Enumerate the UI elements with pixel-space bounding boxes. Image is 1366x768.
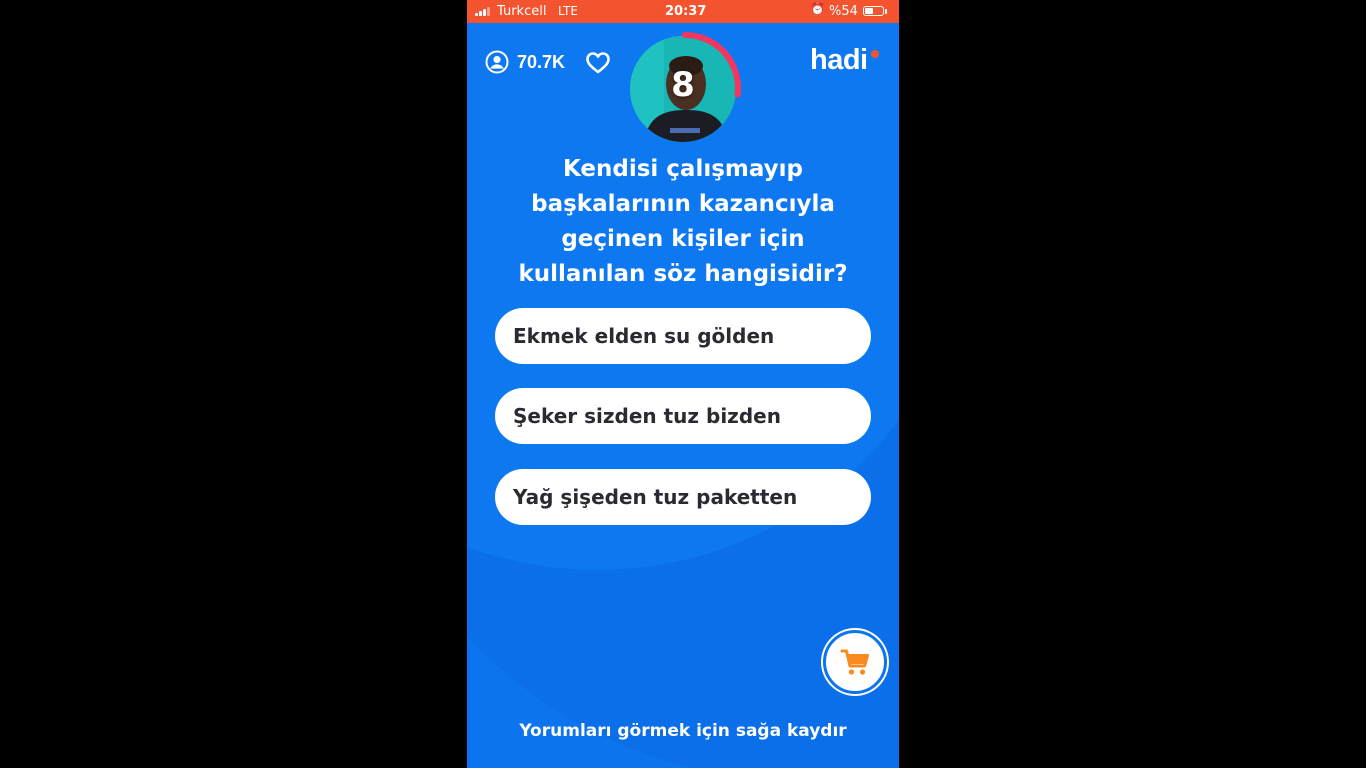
battery-tip	[885, 9, 887, 14]
status-time: 20:37	[665, 4, 707, 19]
battery-icon	[863, 6, 884, 16]
question-text: Kendisi çalışmayıp başkalarının kazancıy…	[518, 156, 848, 287]
shop-button[interactable]	[823, 630, 887, 694]
user-icon	[485, 50, 509, 74]
viewer-count: 70.7K	[517, 51, 566, 72]
logo-dot	[871, 50, 879, 58]
shopping-cart-icon	[840, 649, 869, 675]
alarm-clock-icon: ⏰	[810, 2, 825, 16]
countdown-number: 8	[671, 65, 695, 105]
carrier-name: Turkcell	[497, 4, 547, 19]
signal-strength-icon	[475, 7, 490, 16]
answer-option-2[interactable]: Şeker sizden tuz bizden	[495, 388, 871, 444]
battery-level-fill	[865, 8, 874, 14]
answer-option-1[interactable]: Ekmek elden su gölden	[495, 308, 871, 364]
network-type: LTE	[558, 4, 578, 18]
heart-icon[interactable]	[586, 52, 610, 74]
phone-screen: Turkcell LTE 20:37 ⏰ %54 70.7K hadi 8 Ke…	[467, 0, 899, 768]
status-bar: Turkcell LTE 20:37 ⏰ %54	[467, 0, 899, 23]
battery-percentage: %54	[829, 4, 858, 19]
answer-option-3[interactable]: Yağ şişeden tuz paketten	[495, 469, 871, 525]
hadi-logo: hadi	[810, 44, 868, 76]
swipe-hint: Yorumları görmek için sağa kaydır	[519, 721, 847, 741]
host-timer: 8	[625, 27, 745, 147]
viewer-counter: 70.7K	[485, 50, 565, 74]
